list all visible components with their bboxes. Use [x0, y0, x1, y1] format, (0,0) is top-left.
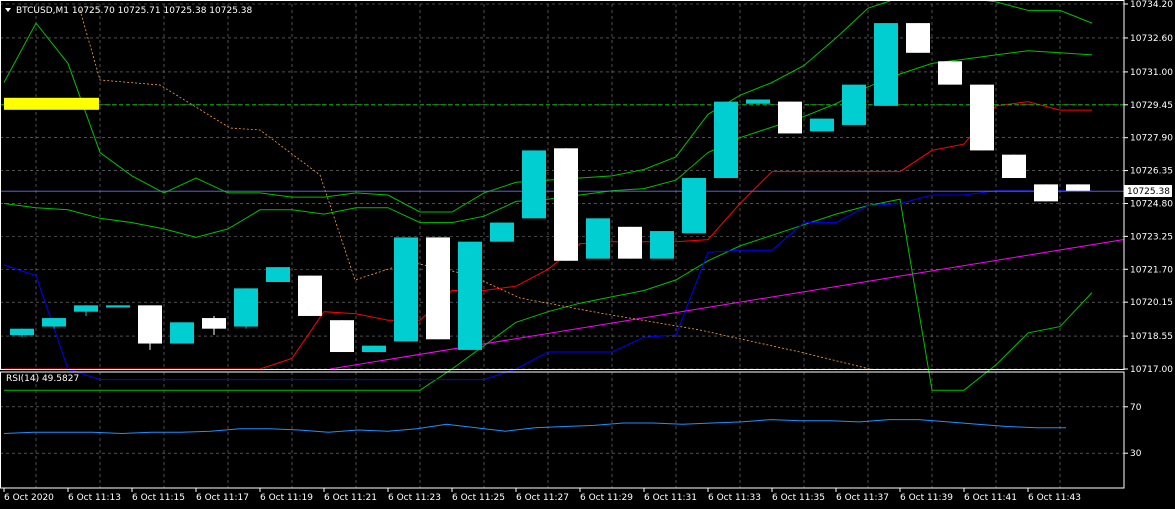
- price-tick-label: 10718.55: [1130, 332, 1173, 342]
- rsi-label: RSI(14) 49.5827: [6, 374, 79, 384]
- rsi-axis: 70 30: [1124, 403, 1142, 459]
- time-tick-label: 6 Oct 11:17: [196, 493, 249, 503]
- candle-body[interactable]: [906, 23, 930, 53]
- time-tick-label: 6 Oct 11:27: [516, 493, 569, 503]
- candle-body[interactable]: [1066, 184, 1090, 191]
- candle-body[interactable]: [714, 101, 738, 179]
- price-tick-label: 10720.15: [1130, 298, 1173, 308]
- candle-body[interactable]: [106, 305, 130, 308]
- candle-body[interactable]: [1002, 154, 1026, 179]
- time-tick-label: 6 Oct 11:25: [452, 493, 505, 503]
- symbol-info: BTCUSD,M1 10725.70 10725.71 10725.38 107…: [16, 6, 253, 16]
- candlesticks[interactable]: [10, 23, 1090, 353]
- current-price-tag: 10725.38: [1124, 185, 1172, 197]
- candle-body[interactable]: [490, 222, 514, 242]
- candle-body[interactable]: [74, 305, 98, 312]
- candle-body[interactable]: [330, 320, 354, 353]
- candle-body[interactable]: [138, 305, 162, 344]
- chart-canvas: 10734.20 10732.60 10731.00 10729.45 10727.90…: [0, 0, 1173, 503]
- time-tick-label: 6 Oct 11:19: [260, 493, 313, 503]
- rsi-grid: [0, 372, 1124, 488]
- candle-body[interactable]: [874, 23, 898, 106]
- candle-body[interactable]: [394, 237, 418, 342]
- time-tick-label: 6 Oct 11:37: [836, 493, 889, 503]
- time-tick-label: 6 Oct 11:23: [388, 493, 441, 503]
- candle-body[interactable]: [618, 226, 642, 259]
- price-tick-label: 10732.60: [1130, 34, 1173, 44]
- price-tick-label: 10734.20: [1130, 0, 1173, 10]
- price-tick-label: 10717.00: [1130, 365, 1173, 375]
- candle-body[interactable]: [810, 118, 834, 132]
- current-price-label: 10725.38: [1127, 187, 1170, 197]
- candle-body[interactable]: [10, 328, 34, 336]
- chart-header: BTCUSD,M1 10725.70 10725.71 10725.38 107…: [5, 6, 253, 16]
- candle-body[interactable]: [170, 322, 194, 344]
- candle-body[interactable]: [458, 241, 482, 350]
- candle-body[interactable]: [298, 275, 322, 316]
- time-tick-label: 6 Oct 11:35: [772, 493, 825, 503]
- time-tick-label: 6 Oct 11:41: [964, 493, 1017, 503]
- ma-blue-line: [3, 190, 1092, 381]
- candle-body[interactable]: [682, 178, 706, 234]
- candle-body[interactable]: [234, 288, 258, 327]
- time-tick-label: 6 Oct 2020: [4, 493, 54, 503]
- rsi-series-line: [3, 419, 1066, 435]
- candle-body[interactable]: [42, 318, 66, 327]
- price-tick-label: 10727.90: [1130, 134, 1173, 144]
- candle-body[interactable]: [554, 148, 578, 261]
- rsi-tick-label: 30: [1130, 449, 1142, 459]
- collapse-triangle-icon[interactable]: [5, 8, 11, 12]
- rsi-pane-frame: [0, 371, 1125, 489]
- time-tick-label: 6 Oct 11:15: [132, 493, 185, 503]
- rsi-tick-label: 70: [1130, 403, 1142, 413]
- price-tick-label: 10729.45: [1130, 101, 1173, 111]
- candle-body[interactable]: [778, 101, 802, 134]
- candle-body[interactable]: [842, 84, 866, 125]
- candle-body[interactable]: [650, 231, 674, 259]
- candle-body[interactable]: [522, 150, 546, 219]
- time-tick-label: 6 Oct 11:39: [900, 493, 953, 503]
- candle-body[interactable]: [266, 267, 290, 282]
- rsi-line: [3, 419, 1066, 435]
- candle-body[interactable]: [586, 218, 610, 259]
- price-tick-label: 10721.70: [1130, 265, 1173, 275]
- level-highlight-box: [4, 97, 99, 110]
- candle-body[interactable]: [970, 84, 994, 151]
- candle-body[interactable]: [202, 318, 226, 329]
- time-tick-label: 6 Oct 11:21: [324, 493, 377, 503]
- price-tick-label: 10724.80: [1130, 199, 1173, 209]
- time-tick-label: 6 Oct 11:29: [580, 493, 633, 503]
- time-tick-label: 6 Oct 11:33: [708, 493, 761, 503]
- price-tick-label: 10723.25: [1130, 232, 1173, 242]
- candle-body[interactable]: [426, 237, 450, 340]
- time-tick-label: 6 Oct 11:13: [68, 493, 121, 503]
- price-tick-label: 10726.35: [1130, 167, 1173, 177]
- price-tick-label: 10731.00: [1130, 68, 1173, 78]
- candle-body[interactable]: [362, 345, 386, 353]
- candle-body[interactable]: [746, 99, 770, 104]
- time-tick-label: 6 Oct 11:43: [1028, 493, 1081, 503]
- time-tick-label: 6 Oct 11:31: [644, 493, 697, 503]
- time-axis: 6 Oct 2020 6 Oct 11:13 6 Oct 11:15 6 Oct 11…: [3, 488, 1081, 503]
- candle-body[interactable]: [1034, 184, 1058, 202]
- candle-body[interactable]: [938, 61, 962, 85]
